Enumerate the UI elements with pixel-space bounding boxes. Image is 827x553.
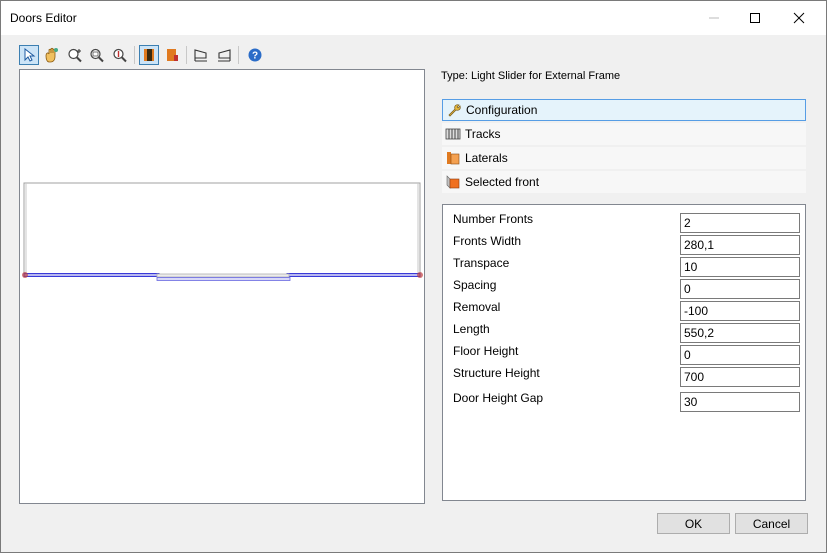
toolbar: ? (17, 44, 269, 66)
transpace-input[interactable]: 10 (680, 257, 800, 277)
front-panel-middle (156, 273, 290, 278)
cancel-button[interactable]: Cancel (735, 513, 808, 534)
front-panel-offset (156, 277, 291, 281)
minimize-button[interactable] (691, 1, 736, 35)
section-label: Configuration (466, 103, 538, 117)
property-row-spacing: Spacing 0 (443, 276, 805, 299)
length-input[interactable]: 550,2 (680, 323, 800, 343)
front-panel-left (23, 273, 160, 277)
section-label: Laterals (465, 151, 508, 165)
svg-text:?: ? (252, 51, 258, 62)
property-row-door-height-gap: Door Height Gap 30 (443, 389, 805, 412)
view-right-tool[interactable] (214, 45, 234, 65)
view-right-icon (218, 49, 231, 62)
laterals-icon (445, 150, 461, 166)
maximize-icon (749, 13, 760, 23)
tracks-icon (445, 126, 461, 142)
end-marker-left (22, 272, 28, 278)
floor-height-input[interactable]: 0 (680, 345, 800, 365)
front-icon (445, 174, 461, 190)
side-view-tool[interactable] (162, 45, 182, 65)
pointer-tool-icon (24, 48, 36, 62)
side-view-icon (167, 49, 178, 61)
section-laterals[interactable]: Laterals (442, 147, 806, 169)
property-row-structure-height: Structure Height 700 (443, 364, 805, 387)
door-drawing (22, 182, 423, 281)
end-marker-right (417, 272, 423, 278)
close-icon (793, 12, 804, 24)
structure-outline (23, 182, 421, 277)
front-view-icon (144, 49, 154, 61)
spacing-input[interactable]: 0 (680, 279, 800, 299)
zoom-in-tool-icon (68, 48, 82, 63)
property-label: Removal (453, 300, 501, 314)
fronts-width-input[interactable]: 280,1 (680, 235, 800, 255)
toolbar-separator (134, 46, 135, 64)
structure-height-input[interactable]: 700 (680, 367, 800, 387)
door-preview-canvas[interactable] (19, 69, 425, 504)
property-label: Transpace (453, 256, 510, 270)
toolbar-separator (186, 46, 187, 64)
title-bar: Doors Editor (1, 1, 826, 35)
property-row-length: Length 550,2 (443, 320, 805, 343)
window-title: Doors Editor (10, 11, 77, 25)
property-label: Length (453, 322, 490, 336)
maximize-button[interactable] (732, 1, 777, 35)
help-icon: ? (248, 48, 262, 62)
view-left-icon (194, 49, 207, 62)
property-label: Fronts Width (453, 234, 522, 248)
property-label: Structure Height (453, 366, 540, 380)
zoom-fit-tool[interactable] (87, 45, 107, 65)
property-row-number-fronts: Number Fronts 2 (443, 210, 805, 233)
section-tracks[interactable]: Tracks (442, 123, 806, 145)
property-label: Number Fronts (453, 212, 534, 226)
front-panel-right (286, 273, 421, 277)
doors-editor-window: Doors Editor ? Type: Light Slider for Ex… (0, 0, 827, 553)
zoom-fit-tool-icon (90, 48, 104, 63)
section-label: Tracks (465, 127, 501, 141)
number-fronts-input[interactable]: 2 (680, 213, 800, 233)
section-label: Selected front (465, 175, 540, 189)
front-view-tool[interactable] (139, 45, 159, 65)
property-label: Floor Height (453, 344, 519, 358)
property-row-floor-height: Floor Height 0 (443, 342, 805, 365)
ok-button[interactable]: OK (657, 513, 730, 534)
zoom-out-tool[interactable] (110, 45, 130, 65)
zoom-in-tool[interactable] (65, 45, 85, 65)
pointer-tool[interactable] (19, 45, 39, 65)
removal-input[interactable]: -100 (680, 301, 800, 321)
pan-tool-icon (45, 47, 58, 63)
door-type-label: Type: Light Slider for External Frame (441, 70, 621, 82)
section-configuration[interactable]: Configuration (442, 99, 806, 121)
properties-panel: Number Fronts 2 Fronts Width 280,1 Trans… (442, 204, 806, 501)
section-selected-front[interactable]: Selected front (442, 171, 806, 193)
minimize-icon (708, 17, 719, 19)
close-button[interactable] (776, 1, 821, 35)
toolbar-separator (238, 46, 239, 64)
property-label: Door Height Gap (453, 391, 544, 405)
help-tool[interactable]: ? (245, 45, 265, 65)
property-row-transpace: Transpace 10 (443, 254, 805, 277)
property-row-fronts-width: Fronts Width 280,1 (443, 232, 805, 255)
door-height-gap-input[interactable]: 30 (680, 392, 800, 412)
view-left-tool[interactable] (191, 45, 211, 65)
zoom-out-tool-icon (113, 48, 127, 63)
pan-tool[interactable] (41, 45, 61, 65)
property-label: Spacing (453, 278, 497, 292)
wrench-icon (446, 102, 462, 118)
property-row-removal: Removal -100 (443, 298, 805, 321)
